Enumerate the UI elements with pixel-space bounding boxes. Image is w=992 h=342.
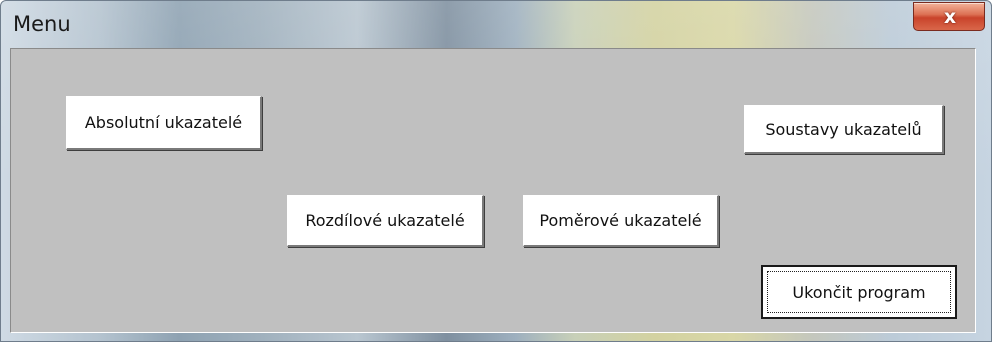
soustavy-ukazatelu-button[interactable]: Soustavy ukazatelů	[744, 105, 944, 154]
rozdilove-ukazatele-button[interactable]: Rozdílové ukazatelé	[287, 195, 484, 247]
rozdilove-ukazatele-label: Rozdílové ukazatelé	[305, 211, 465, 230]
close-button[interactable]: x	[913, 2, 985, 31]
window-title: Menu	[13, 12, 71, 36]
menu-window: Menu x Absolutní ukazatelé Soustavy ukaz…	[0, 0, 992, 342]
ukoncit-program-button[interactable]: Ukončit program	[761, 265, 957, 319]
pomerove-ukazatele-label: Poměrové ukazatelé	[539, 211, 702, 230]
absolutni-ukazatele-button[interactable]: Absolutní ukazatelé	[66, 96, 262, 150]
dialog-client-area: Absolutní ukazatelé Soustavy ukazatelů R…	[10, 48, 976, 333]
pomerove-ukazatele-button[interactable]: Poměrové ukazatelé	[523, 195, 719, 247]
soustavy-ukazatelu-label: Soustavy ukazatelů	[765, 119, 922, 139]
close-icon: x	[943, 5, 957, 28]
title-bar[interactable]: Menu x	[1, 1, 991, 48]
ukoncit-program-label: Ukončit program	[792, 282, 926, 302]
absolutni-ukazatele-label: Absolutní ukazatelé	[84, 113, 243, 132]
